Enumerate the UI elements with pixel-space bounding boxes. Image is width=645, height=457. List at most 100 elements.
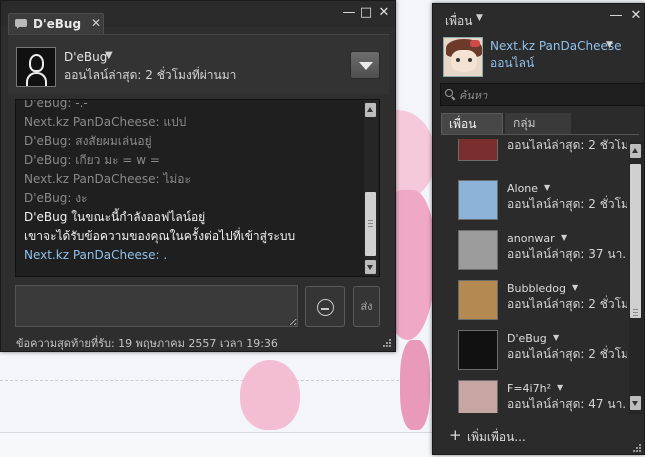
friend-list-item[interactable]: ออนไลน์ล่าสุด: 2 ชั่วโม... <box>441 139 627 165</box>
dropdown-arrow-icon <box>359 62 373 70</box>
friend-avatar[interactable] <box>458 139 498 161</box>
friend-search-box[interactable] <box>440 83 645 106</box>
plus-icon: + <box>449 426 462 444</box>
chat-message: Next.kz PanDaCheese: แปป <box>24 115 187 129</box>
chevron-down-icon[interactable]: ▼ <box>544 183 550 192</box>
friend-status: ออนไลน์ล่าสุด: 2 ชั่วโม... <box>507 197 627 211</box>
chat-message: D'eBug ในขณะนี้กำลังออฟไลน์อยู่ <box>24 208 364 227</box>
message-sender: D'eBug <box>24 153 68 167</box>
peer-name[interactable]: D'eBug <box>64 50 107 64</box>
send-button[interactable]: ส่ง <box>353 286 380 327</box>
my-avatar[interactable] <box>443 37 483 77</box>
friend-status: ออนไลน์ล่าสุด: 2 ชั่วโม... <box>507 347 627 361</box>
friend-avatar[interactable] <box>458 280 498 320</box>
friend-avatar[interactable] <box>458 330 498 370</box>
chevron-down-icon[interactable]: ▼ <box>606 40 613 50</box>
friend-name: anonwar <box>507 232 555 245</box>
friend-list-item[interactable]: F=4i7h² ▼ ออนไลน์ล่าสุด: 47 นา... <box>441 376 627 413</box>
peer-status: ออนไลน์ล่าสุด: 2 ชั่วโมงที่ผ่านมา <box>64 68 237 82</box>
smiley-icon <box>317 299 334 316</box>
message-text: D'eBug ในขณะนี้กำลังออฟไลน์อยู่ <box>24 210 206 224</box>
scrollbar-thumb[interactable] <box>365 192 376 256</box>
add-friend-label: เพิ่มเพื่อน... <box>467 430 526 444</box>
friend-name: F=4i7h² <box>507 382 551 395</box>
chevron-down-icon[interactable]: ▼ <box>476 13 483 23</box>
message-text: งะ <box>75 191 88 205</box>
chat-tab-title: D'eBug <box>33 17 82 31</box>
minimize-icon[interactable]: — <box>342 6 356 20</box>
friends-list[interactable]: ออนไลน์ล่าสุด: 2 ชั่วโม... Alone ▼ ออนไลน์ล… <box>441 139 627 413</box>
message-text: เขาจะได้รับข้อความของคุณในครั้งต่อไปที่เ… <box>24 229 296 243</box>
scroll-down-arrow-icon[interactable] <box>365 260 376 274</box>
chat-message: เขาจะได้รับข้อความของคุณในครั้งต่อไปที่เ… <box>24 227 364 246</box>
chat-message: D'eBug: สงสัยผมเล่นอยู่ <box>24 134 152 148</box>
chat-tab[interactable]: D'eBug ✕ <box>8 13 104 35</box>
friend-status: ออนไลน์ล่าสุด: 2 ชั่วโม... <box>507 139 627 152</box>
friend-list-item[interactable]: Alone ▼ ออนไลน์ล่าสุด: 2 ชั่วโม... <box>441 176 627 224</box>
chat-options-button[interactable] <box>350 51 380 79</box>
close-window-icon[interactable]: ✕ <box>377 6 391 20</box>
chevron-down-icon[interactable]: ▼ <box>572 283 578 292</box>
chat-message-list: D'eBug: -.- Next.kz PanDaCheese: แปป D'eBu… <box>24 99 364 265</box>
speech-bubble-icon <box>15 19 27 29</box>
chevron-down-icon[interactable]: ▼ <box>105 50 113 61</box>
message-sender: D'eBug <box>24 99 68 110</box>
message-text: แปป <box>163 115 187 129</box>
tab-groups[interactable]: กลุ่ม <box>505 113 571 134</box>
friends-window-title[interactable]: เพื่อน <box>445 12 472 31</box>
resize-grip-icon[interactable] <box>383 339 391 347</box>
message-text: สงสัยผมเล่นอยู่ <box>75 134 152 148</box>
friend-avatar[interactable] <box>458 230 498 270</box>
peer-avatar[interactable] <box>16 47 56 87</box>
search-icon <box>445 89 456 101</box>
message-sender: Next.kz PanDaCheese <box>24 172 156 186</box>
emoticon-button[interactable] <box>305 286 345 327</box>
chat-history[interactable]: D'eBug: -.- Next.kz PanDaCheese: แปป D'eBu… <box>15 99 380 277</box>
friend-status: ออนไลน์ล่าสุด: 47 นา... <box>507 397 627 411</box>
friend-status: ออนไลน์ล่าสุด: 37 นา... <box>507 247 627 261</box>
message-input[interactable] <box>15 285 298 327</box>
chat-peer-header: D'eBug ▼ ออนไลน์ล่าสุด: 2 ชั่วโมงที่ผ่าน… <box>8 34 389 94</box>
chat-message: D'eBug: เกียว มะ = w = <box>24 153 160 167</box>
maximize-icon[interactable]: □ <box>359 6 373 20</box>
chevron-down-icon[interactable]: ▼ <box>557 383 563 392</box>
chat-message: Next.kz PanDaCheese: . <box>24 248 168 262</box>
last-received-timestamp: ข้อความสุดท้ายที่รับ: 19 พฤษภาคม 2557 เว… <box>16 337 278 350</box>
friend-list-item[interactable]: Bubbledog ▼ ออนไลน์ล่าสุด: 2 ชั่วโม... <box>441 276 627 324</box>
friend-list-item[interactable]: D'eBug ▼ ออนไลน์ล่าสุด: 2 ชั่วโม... <box>441 326 627 374</box>
message-sender: Next.kz PanDaCheese <box>24 115 156 129</box>
close-tab-icon[interactable]: ✕ <box>91 16 101 30</box>
friend-status: ออนไลน์ล่าสุด: 2 ชั่วโม... <box>507 297 627 311</box>
search-input[interactable] <box>459 86 639 104</box>
scrollbar-thumb[interactable] <box>630 164 641 318</box>
friend-avatar[interactable] <box>458 380 498 413</box>
chat-scrollbar[interactable] <box>364 100 378 276</box>
chevron-down-icon[interactable]: ▼ <box>561 233 567 242</box>
scroll-up-arrow-icon[interactable] <box>630 144 641 158</box>
minimize-icon[interactable]: — <box>609 9 623 23</box>
message-sender: D'eBug <box>24 191 68 205</box>
chat-message: D'eBug: -.- <box>24 99 364 113</box>
message-text: ไม่อะ <box>163 172 191 186</box>
message-text: . <box>163 248 168 262</box>
chat-window: D'eBug ✕ — □ ✕ D'eBug ▼ ออนไลน์ล่าสุด: 2… <box>0 0 396 352</box>
resize-grip-icon[interactable] <box>633 444 641 452</box>
tab-friends[interactable]: เพื่อน <box>441 113 503 134</box>
tab-divider <box>441 134 639 135</box>
message-sender: D'eBug <box>24 134 68 148</box>
friend-name: Alone <box>507 182 539 195</box>
chevron-down-icon[interactable]: ▼ <box>553 333 559 342</box>
chat-message: D'eBug: งะ <box>24 191 88 205</box>
friend-name: D'eBug <box>507 332 547 345</box>
chat-message: Next.kz PanDaCheese: ไม่อะ <box>24 172 191 186</box>
scroll-up-arrow-icon[interactable] <box>365 103 376 117</box>
scroll-down-arrow-icon[interactable] <box>630 396 641 410</box>
message-text: เกียว มะ = w = <box>75 153 160 167</box>
message-text: -.- <box>75 99 88 110</box>
close-window-icon[interactable]: ✕ <box>629 9 643 23</box>
my-profile-name[interactable]: Next.kz PanDaCheese <box>490 39 621 53</box>
friend-list-item[interactable]: anonwar ▼ ออนไลน์ล่าสุด: 37 นา... <box>441 226 627 274</box>
friend-name: Bubbledog <box>507 282 567 295</box>
friend-avatar[interactable] <box>458 180 498 220</box>
friends-scrollbar[interactable] <box>629 142 643 414</box>
